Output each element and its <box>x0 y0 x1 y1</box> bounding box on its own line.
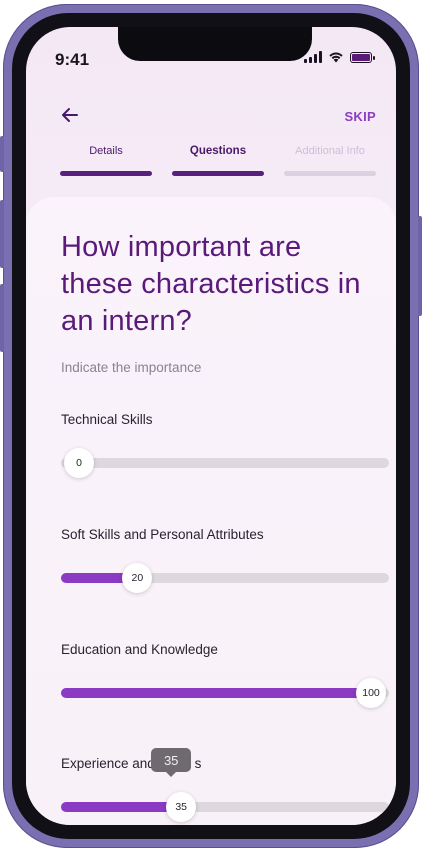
step-label: Questions <box>189 145 247 157</box>
slider-fill <box>61 688 371 698</box>
slider-value: 20 <box>131 572 144 584</box>
slider-value: 100 <box>362 687 380 699</box>
question-hint: Indicate the importance <box>61 360 202 375</box>
step-label: Details <box>89 145 123 157</box>
slider-value: 35 <box>175 801 188 813</box>
skip-button[interactable]: SKIP <box>344 109 376 124</box>
slider-fill <box>61 802 182 812</box>
slider-thumb[interactable]: 0 <box>64 448 94 478</box>
status-time: 9:41 <box>55 50 90 69</box>
status-icons <box>304 51 375 63</box>
volume-up-button <box>0 200 4 268</box>
label-end: s <box>194 756 202 771</box>
slider-experience[interactable]: 35 35 <box>61 748 389 822</box>
slider-label-education: Education and Knowledge <box>61 642 218 657</box>
progress-steps: Details Questions Additional Info <box>60 145 376 176</box>
battery-icon <box>350 51 375 63</box>
mute-switch <box>0 136 4 172</box>
phone-frame: 9:41 SKIP Details Questions Additional I… <box>0 4 422 848</box>
wifi-icon <box>329 52 343 63</box>
slider-soft-skills[interactable]: 20 <box>61 563 389 593</box>
back-arrow-icon[interactable] <box>60 105 80 125</box>
slider-label-soft-skills: Soft Skills and Personal Attributes <box>61 527 264 542</box>
step-additional-info[interactable]: Additional Info <box>284 145 376 176</box>
step-bar <box>172 171 264 176</box>
step-details[interactable]: Details <box>60 145 152 176</box>
volume-down-button <box>0 284 4 352</box>
question-title: How important are these characteristics … <box>61 231 361 337</box>
slider-label-technical-skills: Technical Skills <box>61 412 153 427</box>
screen: 9:41 SKIP Details Questions Additional I… <box>26 27 396 825</box>
slider-value: 0 <box>76 457 82 469</box>
bezel: 9:41 SKIP Details Questions Additional I… <box>12 13 410 839</box>
slider-thumb[interactable]: 100 <box>356 678 386 708</box>
step-questions[interactable]: Questions <box>172 145 264 176</box>
step-bar <box>284 171 376 176</box>
cellular-signal-icon <box>304 51 322 63</box>
notch <box>118 27 312 61</box>
step-label: Additional Info <box>295 145 365 157</box>
slider-technical-skills[interactable]: 0 <box>61 448 389 478</box>
slider-education[interactable]: 100 <box>61 678 389 708</box>
slider-thumb[interactable]: 35 35 <box>151 748 197 822</box>
slider-tooltip: 35 <box>151 748 192 777</box>
power-button <box>418 216 422 316</box>
step-bar <box>60 171 152 176</box>
